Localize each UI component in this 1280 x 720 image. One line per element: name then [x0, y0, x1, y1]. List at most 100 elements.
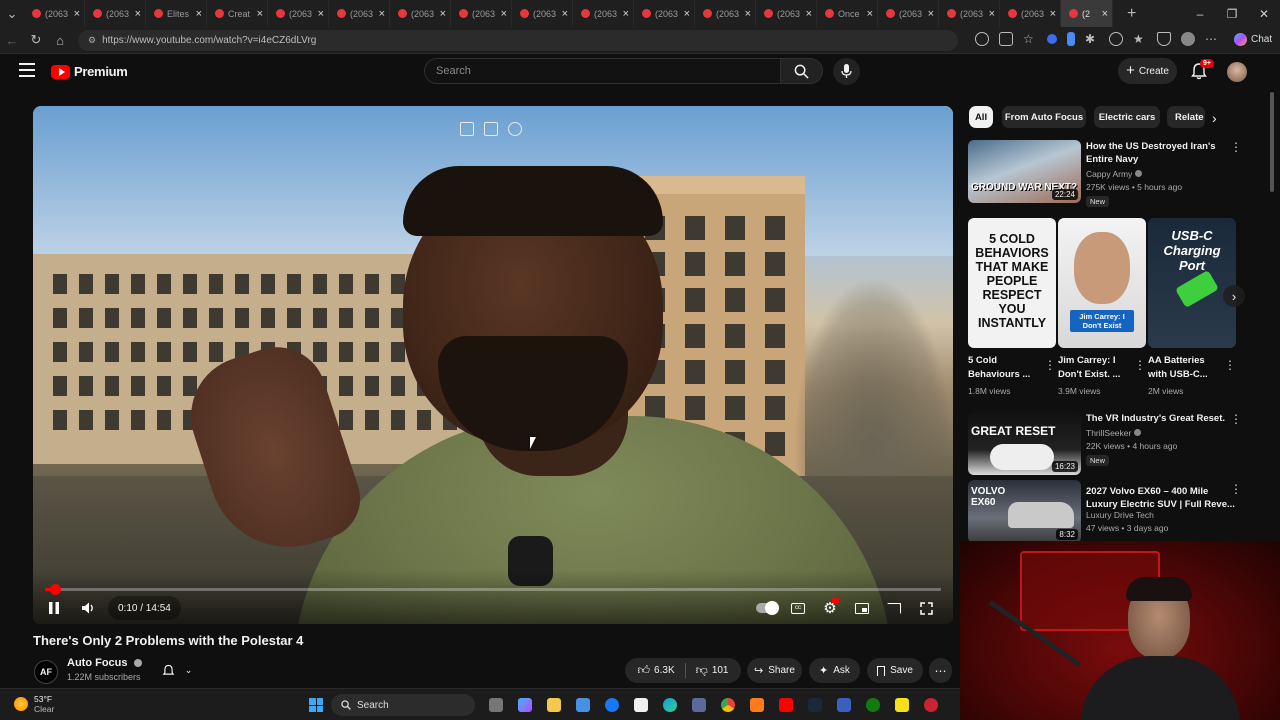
browser-tab[interactable]: Creat × [207, 0, 268, 27]
close-tab-icon[interactable]: × [501, 8, 507, 20]
copilot-chat-button[interactable]: Chat [1234, 33, 1272, 46]
miniplayer-button[interactable] [851, 598, 873, 618]
sidebar-video[interactable]: GREAT RESET 16:23 The VR Industry's Grea… [968, 412, 1258, 480]
close-tab-icon[interactable]: × [257, 8, 263, 20]
taskbar-search[interactable]: Search [331, 694, 475, 716]
more-actions-button[interactable]: ⋯ [929, 658, 952, 683]
copilot-icon[interactable] [518, 698, 532, 712]
close-tab-icon[interactable]: × [989, 8, 995, 20]
close-tab-icon[interactable]: × [379, 8, 385, 20]
youtube-app-icon[interactable] [779, 698, 793, 712]
calculator-icon[interactable] [692, 698, 706, 712]
scrubber-handle[interactable] [49, 584, 61, 595]
site-info-icon[interactable]: ⚙ [88, 35, 96, 46]
video-menu-icon[interactable]: ⋮ [1230, 482, 1242, 496]
short-item[interactable]: USB-C Charging Port AA Batteries with US… [1148, 218, 1236, 396]
like-button[interactable]: 👍︎ 6.3K [638, 663, 675, 678]
profile-avatar[interactable] [1181, 32, 1195, 46]
cast-button[interactable] [883, 598, 905, 618]
close-tab-icon[interactable]: × [867, 8, 873, 20]
extension-icon[interactable] [1109, 32, 1123, 46]
app-icon[interactable] [837, 698, 851, 712]
account-avatar[interactable] [1227, 62, 1247, 82]
progress-bar[interactable] [45, 584, 941, 595]
chip-from-channel[interactable]: From Auto Focus [1002, 106, 1086, 128]
back-button[interactable]: ← [0, 33, 24, 48]
task-view-icon[interactable] [489, 698, 503, 712]
browser-tab[interactable]: (2063 × [1000, 0, 1061, 27]
channel-avatar[interactable]: AF [34, 660, 58, 684]
chip-electric-cars[interactable]: Electric cars [1094, 106, 1160, 128]
close-tab-icon[interactable]: × [806, 8, 812, 20]
restore-button[interactable]: ❐ [1216, 7, 1248, 21]
page-scrollbar[interactable] [1270, 92, 1274, 192]
chip-related[interactable]: Relate [1167, 106, 1205, 128]
fullscreen-button[interactable] [915, 598, 937, 618]
close-tab-icon[interactable]: × [623, 8, 629, 20]
subscription-bell-button[interactable]: ⌄ [152, 658, 202, 683]
weather-widget[interactable]: 53°F Clear [14, 694, 54, 714]
sidebar-video[interactable]: GROUND WAR NEXT? 22:24 How the US Destro… [968, 140, 1258, 208]
address-bar[interactable]: ⚙ https://www.youtube.com/watch?v=i4eCZ6… [78, 30, 958, 51]
close-tab-icon[interactable]: × [684, 8, 690, 20]
browser-tab[interactable]: (2063 × [329, 0, 390, 27]
browser-tab[interactable]: Once × [817, 0, 878, 27]
hamburger-menu-icon[interactable] [19, 63, 35, 77]
minimize-button[interactable]: – [1184, 7, 1216, 21]
settings-button[interactable]: ⚙ [819, 598, 841, 618]
close-tab-icon[interactable]: × [1102, 8, 1108, 20]
close-tab-icon[interactable]: × [318, 8, 324, 20]
chrome-icon[interactable] [721, 698, 735, 712]
short-menu-icon[interactable]: ⋮ [1044, 358, 1056, 372]
facebook-icon[interactable] [605, 698, 619, 712]
video-player[interactable]: 0:10 / 14:54 cc ⚙ [33, 106, 953, 624]
browser-tab[interactable]: (2063 × [878, 0, 939, 27]
menu-icon[interactable]: ⋯ [1205, 32, 1219, 46]
volume-button[interactable] [77, 598, 99, 618]
close-tab-icon[interactable]: × [745, 8, 751, 20]
short-item[interactable]: 5 COLD BEHAVIORS THAT MAKE PEOPLE RESPEC… [968, 218, 1056, 396]
extension-icon[interactable] [1047, 34, 1057, 44]
tab-list-icon[interactable]: ⌄ [0, 6, 24, 22]
video-menu-icon[interactable]: ⋮ [1230, 412, 1242, 426]
home-icon[interactable]: ⌂ [48, 33, 72, 48]
share-button[interactable]: ↪ Share [747, 658, 802, 683]
edge-icon[interactable] [663, 698, 677, 712]
notifications-button[interactable]: 9+ [1190, 59, 1214, 85]
xbox-icon[interactable] [866, 698, 880, 712]
favorites-icon[interactable]: ★ [1133, 32, 1147, 46]
browser-tab[interactable]: (2063 × [451, 0, 512, 27]
search-input[interactable]: Search [424, 58, 781, 84]
browser-tab[interactable]: (2063 × [695, 0, 756, 27]
clip-overlay-icon[interactable] [484, 122, 498, 136]
create-button[interactable]: + Create [1118, 58, 1177, 84]
subtitles-button[interactable]: cc [787, 598, 809, 618]
miniplayer-overlay-icon[interactable] [460, 122, 474, 136]
vlc-icon[interactable] [750, 698, 764, 712]
search-button[interactable] [781, 58, 823, 84]
close-tab-icon[interactable]: × [1050, 8, 1056, 20]
extension-icon[interactable] [1067, 32, 1075, 46]
browser-tab[interactable]: (2063 × [634, 0, 695, 27]
browser-tab[interactable]: (2 × [1061, 0, 1113, 27]
autoplay-toggle[interactable] [755, 598, 779, 618]
close-tab-icon[interactable]: × [196, 8, 202, 20]
extension-icon[interactable] [975, 32, 989, 46]
reload-button[interactable]: ↻ [24, 32, 48, 48]
sidebar-video[interactable]: VOLVO EX60 8:32 2027 Volvo EX60 – 400 Mi… [968, 480, 1258, 543]
pause-button[interactable] [43, 598, 65, 618]
short-menu-icon[interactable]: ⋮ [1224, 358, 1236, 372]
short-item[interactable]: Jim Carrey: I Don't Exist Jim Carrey: I … [1058, 218, 1146, 396]
browser-tab[interactable]: (2063 × [756, 0, 817, 27]
short-menu-icon[interactable]: ⋮ [1134, 358, 1146, 372]
close-tab-icon[interactable]: × [440, 8, 446, 20]
file-explorer-icon[interactable] [547, 698, 561, 712]
close-tab-icon[interactable]: × [135, 8, 141, 20]
store-icon[interactable] [576, 698, 590, 712]
voice-search-button[interactable] [833, 58, 860, 85]
browser-tab[interactable]: (2063 × [939, 0, 1000, 27]
translate-overlay-icon[interactable] [508, 122, 522, 136]
extension-icon[interactable] [999, 32, 1013, 46]
app-icon[interactable] [924, 698, 938, 712]
puzzle-icon[interactable]: ✱ [1085, 32, 1099, 46]
